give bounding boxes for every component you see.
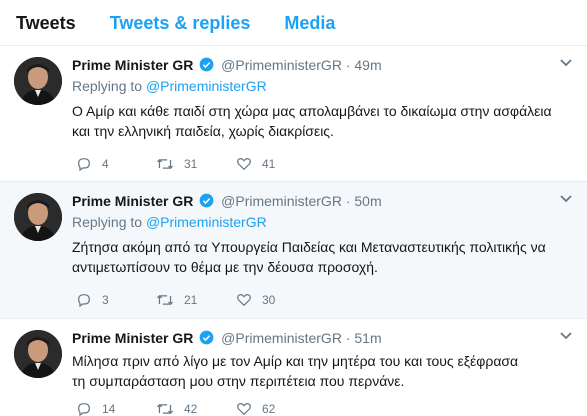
tweet[interactable]: Prime Minister GR @PrimeministerGR · 51m… xyxy=(0,319,587,416)
tweet[interactable]: Prime Minister GR @PrimeministerGR · 50m… xyxy=(0,182,587,319)
like-count: 41 xyxy=(262,157,276,171)
reply-button[interactable]: 4 xyxy=(76,156,156,172)
timestamp[interactable]: 51m xyxy=(354,330,381,346)
tweet-text: Ο Αμίρ και κάθε παιδί στη χώρα μας απολα… xyxy=(72,101,573,141)
retweet-button[interactable]: 31 xyxy=(156,156,236,172)
avatar-portrait-icon xyxy=(14,193,62,241)
separator-dot: · xyxy=(345,57,351,73)
separator-dot: · xyxy=(345,193,351,209)
heart-icon xyxy=(237,157,251,171)
username[interactable]: @PrimeministerGR xyxy=(221,193,342,209)
replying-to: Replying to @PrimeministerGR xyxy=(72,77,573,95)
retweet-button[interactable]: 42 xyxy=(156,401,236,416)
timestamp[interactable]: 49m xyxy=(354,57,381,73)
username[interactable]: @PrimeministerGR xyxy=(221,330,342,346)
like-count: 30 xyxy=(262,293,276,307)
display-name[interactable]: Prime Minister GR xyxy=(72,330,193,346)
tab-tweets[interactable]: Tweets xyxy=(16,13,76,45)
profile-tabs: Tweets Tweets & replies Media xyxy=(0,0,587,46)
reply-button[interactable]: 3 xyxy=(76,292,156,308)
retweet-count: 31 xyxy=(184,157,198,171)
tweet-actions: 14 42 62 xyxy=(76,401,316,416)
timestamp[interactable]: 50m xyxy=(354,193,381,209)
avatar-portrait-icon xyxy=(14,57,62,105)
heart-icon xyxy=(237,293,251,307)
like-button[interactable]: 30 xyxy=(236,292,316,308)
tweet-text-line: τη συμπαράσταση μου στην περιπέτεια που … xyxy=(72,373,405,389)
avatar-portrait-icon xyxy=(14,330,62,378)
verified-badge-icon xyxy=(199,330,214,345)
avatar[interactable] xyxy=(14,57,62,105)
tab-media[interactable]: Media xyxy=(284,13,335,45)
tweet-header: Prime Minister GR @PrimeministerGR · 50m xyxy=(72,192,573,210)
tweet-text-line: Μίλησα πριν από λίγο με τον Αμίρ και την… xyxy=(72,353,519,369)
avatar[interactable] xyxy=(14,330,62,378)
like-button[interactable]: 62 xyxy=(236,401,316,416)
reply-icon xyxy=(78,403,90,416)
tweet-text-line: και την ελληνική παιδεία, χωρίς διακρίσε… xyxy=(72,123,334,139)
retweet-icon xyxy=(156,294,174,306)
retweet-button[interactable]: 21 xyxy=(156,292,236,308)
replying-to-label: Replying to xyxy=(72,214,143,230)
tweet-text: Μίλησα πριν από λίγο με τον Αμίρ και την… xyxy=(72,351,573,391)
reply-count: 3 xyxy=(102,293,109,307)
reply-count: 14 xyxy=(102,402,116,416)
avatar[interactable] xyxy=(14,193,62,241)
retweet-count: 42 xyxy=(184,402,198,416)
replying-to-link[interactable]: @PrimeministerGR xyxy=(146,214,267,230)
tab-tweets-replies[interactable]: Tweets & replies xyxy=(110,13,251,45)
username[interactable]: @PrimeministerGR xyxy=(221,57,342,73)
reply-button[interactable]: 14 xyxy=(76,401,156,416)
reply-icon xyxy=(78,158,90,172)
display-name[interactable]: Prime Minister GR xyxy=(72,193,193,209)
tweet-actions: 3 21 30 xyxy=(76,292,316,308)
chevron-down-icon[interactable] xyxy=(559,58,573,68)
tweet-actions: 4 31 41 xyxy=(76,156,316,172)
tweet-text-line: Ο Αμίρ και κάθε παιδί στη χώρα μας απολα… xyxy=(72,103,552,119)
separator-dot: · xyxy=(345,330,351,346)
display-name[interactable]: Prime Minister GR xyxy=(72,57,193,73)
replying-to-label: Replying to xyxy=(72,78,143,94)
verified-badge-icon xyxy=(199,193,214,208)
retweet-icon xyxy=(156,403,174,415)
tweet-text-line: αντιμετωπίσουν το θέμα με την δέουσα προ… xyxy=(72,259,378,275)
heart-icon xyxy=(237,402,251,416)
tweet-text-line: Ζήτησα ακόμη από τα Υπουργεία Παιδείας κ… xyxy=(72,239,546,255)
like-button[interactable]: 41 xyxy=(236,156,316,172)
chevron-down-icon[interactable] xyxy=(559,194,573,204)
verified-badge-icon xyxy=(199,57,214,72)
tweet-text: Ζήτησα ακόμη από τα Υπουργεία Παιδείας κ… xyxy=(72,237,573,277)
retweet-count: 21 xyxy=(184,293,198,307)
tweet[interactable]: Prime Minister GR @PrimeministerGR · 49m… xyxy=(0,46,587,182)
reply-icon xyxy=(78,294,90,308)
chevron-down-icon[interactable] xyxy=(559,331,573,341)
tweet-header: Prime Minister GR @PrimeministerGR · 51m xyxy=(72,329,573,347)
retweet-icon xyxy=(156,158,174,170)
replying-to-link[interactable]: @PrimeministerGR xyxy=(146,78,267,94)
like-count: 62 xyxy=(262,402,276,416)
reply-count: 4 xyxy=(102,157,109,171)
replying-to: Replying to @PrimeministerGR xyxy=(72,213,573,231)
tweet-header: Prime Minister GR @PrimeministerGR · 49m xyxy=(72,56,573,74)
